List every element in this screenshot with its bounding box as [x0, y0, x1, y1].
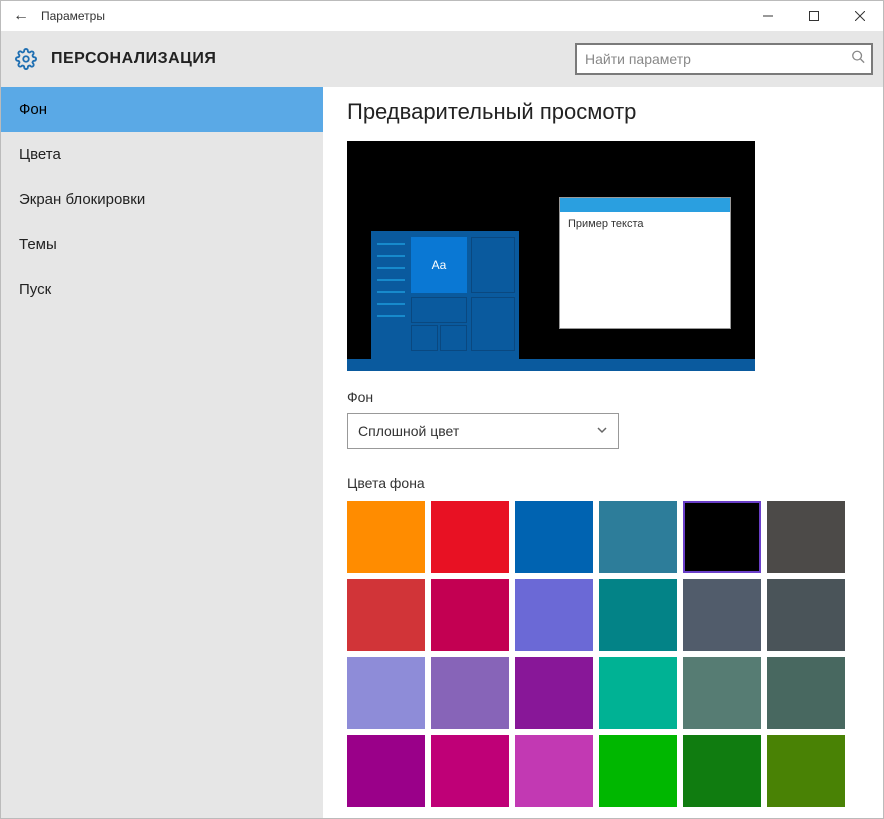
- preview-pane: Aa Пример текста: [347, 141, 755, 371]
- color-swatch-3[interactable]: [599, 501, 677, 573]
- color-swatch-10[interactable]: [683, 579, 761, 651]
- background-dropdown[interactable]: Сплошной цвет: [347, 413, 619, 449]
- sidebar-item-1[interactable]: Цвета: [1, 132, 323, 177]
- color-swatch-7[interactable]: [431, 579, 509, 651]
- maximize-button[interactable]: [791, 1, 837, 31]
- sidebar-item-0[interactable]: Фон: [1, 87, 323, 132]
- background-label: Фон: [347, 389, 859, 405]
- color-swatch-18[interactable]: [347, 735, 425, 807]
- gear-icon: [15, 48, 37, 70]
- color-swatch-11[interactable]: [767, 579, 845, 651]
- search-icon: [851, 50, 865, 69]
- color-swatch-19[interactable]: [431, 735, 509, 807]
- preview-heading: Предварительный просмотр: [347, 99, 859, 125]
- preview-window: Пример текста: [559, 197, 731, 329]
- color-swatch-21[interactable]: [599, 735, 677, 807]
- color-swatch-6[interactable]: [347, 579, 425, 651]
- header: ПЕРСОНАЛИЗАЦИЯ: [1, 31, 883, 87]
- color-swatch-13[interactable]: [431, 657, 509, 729]
- color-swatch-14[interactable]: [515, 657, 593, 729]
- color-swatch-2[interactable]: [515, 501, 593, 573]
- sidebar-item-3[interactable]: Темы: [1, 222, 323, 267]
- chevron-down-icon: [596, 424, 608, 439]
- color-swatch-4[interactable]: [683, 501, 761, 573]
- minimize-button[interactable]: [745, 1, 791, 31]
- color-swatch-12[interactable]: [347, 657, 425, 729]
- sidebar: ФонЦветаЭкран блокировкиТемыПуск: [1, 87, 323, 818]
- color-grid: [347, 501, 847, 807]
- search-box[interactable]: [575, 43, 873, 75]
- color-swatch-22[interactable]: [683, 735, 761, 807]
- color-swatch-9[interactable]: [599, 579, 677, 651]
- window-title: Параметры: [41, 9, 105, 23]
- preview-taskbar: [347, 359, 755, 371]
- close-button[interactable]: [837, 1, 883, 31]
- background-dropdown-value: Сплошной цвет: [358, 423, 459, 439]
- color-swatch-17[interactable]: [767, 657, 845, 729]
- content: Предварительный просмотр Aa Пример текст…: [323, 87, 883, 818]
- title-bar: ← Параметры: [1, 1, 883, 31]
- preview-start-menu: Aa: [371, 231, 519, 359]
- search-input[interactable]: [577, 45, 871, 73]
- sidebar-item-4[interactable]: Пуск: [1, 267, 323, 312]
- background-colors-label: Цвета фона: [347, 475, 859, 491]
- sidebar-item-2[interactable]: Экран блокировки: [1, 177, 323, 222]
- back-button[interactable]: ←: [1, 7, 41, 25]
- color-swatch-16[interactable]: [683, 657, 761, 729]
- color-swatch-20[interactable]: [515, 735, 593, 807]
- color-swatch-8[interactable]: [515, 579, 593, 651]
- color-swatch-5[interactable]: [767, 501, 845, 573]
- page-heading: ПЕРСОНАЛИЗАЦИЯ: [51, 50, 216, 68]
- color-swatch-1[interactable]: [431, 501, 509, 573]
- preview-window-text: Пример текста: [560, 212, 730, 236]
- color-swatch-23[interactable]: [767, 735, 845, 807]
- color-swatch-15[interactable]: [599, 657, 677, 729]
- preview-tile-aa: Aa: [411, 237, 467, 293]
- color-swatch-0[interactable]: [347, 501, 425, 573]
